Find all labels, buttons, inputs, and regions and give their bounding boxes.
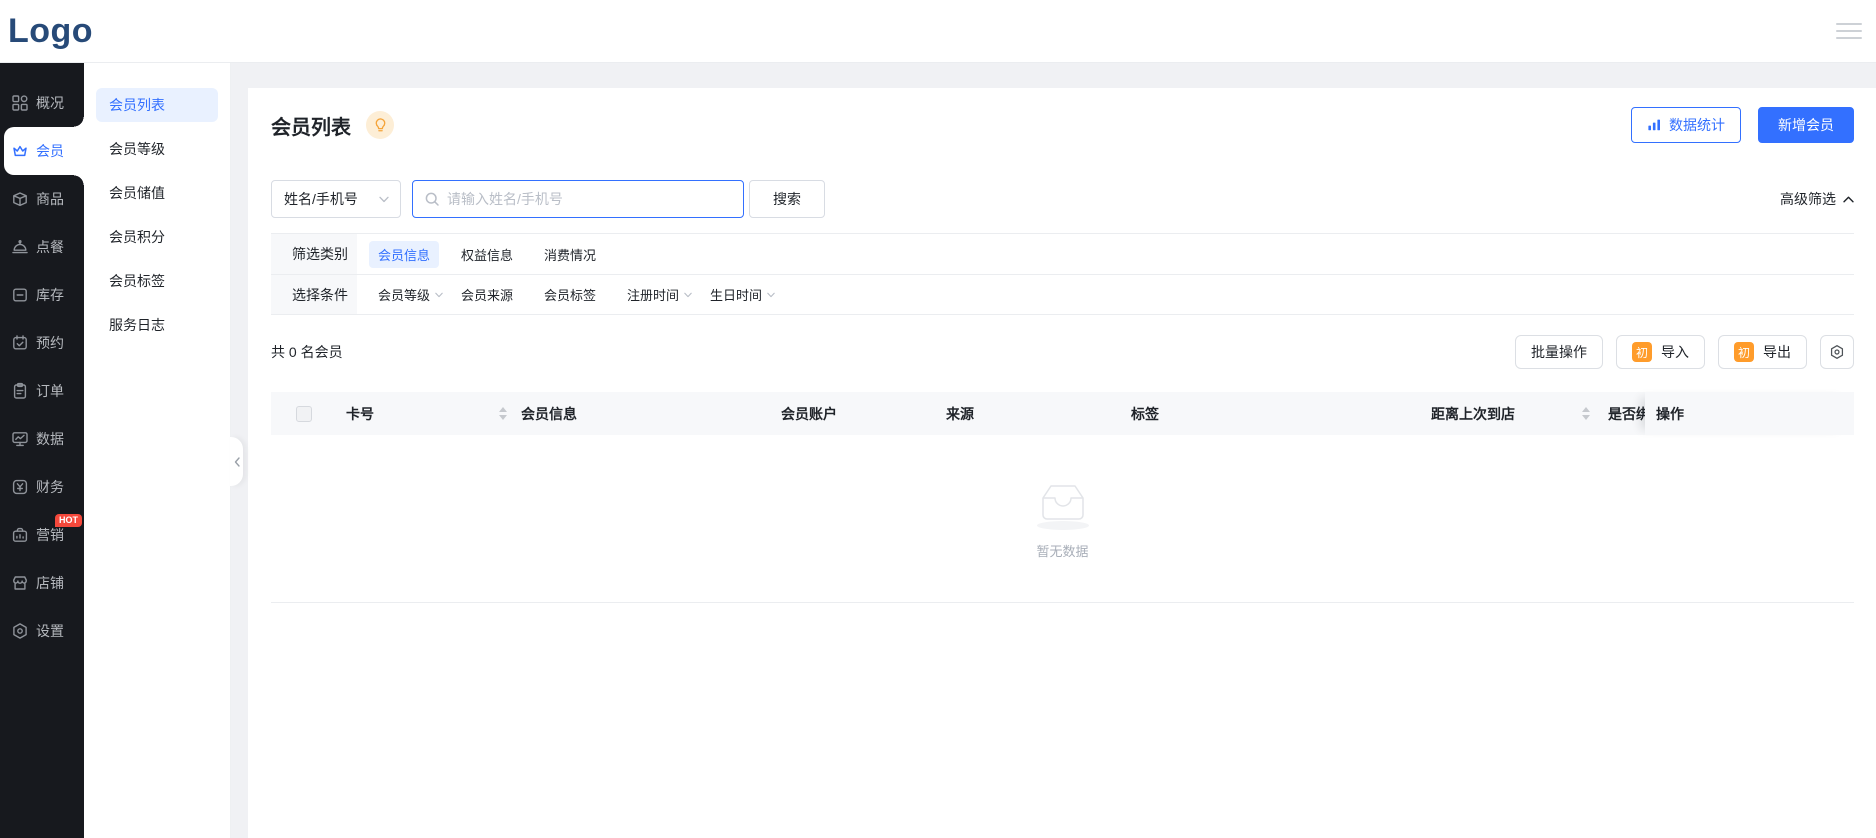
subnav-member-stored-value[interactable]: 会员储值 — [96, 176, 218, 210]
chevron-down-icon — [767, 292, 775, 298]
version-badge: 初 — [1734, 342, 1754, 362]
advanced-filter-toggle[interactable]: 高级筛选 — [1780, 189, 1854, 209]
subnav-member-points[interactable]: 会员积分 — [96, 220, 218, 254]
filter-condition-row: 选择条件 会员等级 会员来源 会员标签 注册时间 生日时间 — [271, 274, 1854, 314]
empty-text: 暂无数据 — [1036, 541, 1088, 560]
member-table: 卡号 会员信息 会员账户 来源 标签 距离上次到店 是否绑 操作 — [271, 392, 1854, 603]
column-settings-button[interactable] — [1820, 335, 1854, 369]
empty-box-icon — [1032, 477, 1094, 531]
secondary-sidebar: 会员列表 会员等级 会员储值 会员积分 会员标签 服务日志 — [84, 63, 231, 838]
filter-category-row: 筛选类别 会员信息 权益信息 消费情况 — [271, 234, 1854, 274]
menu-hamburger-icon[interactable] — [1836, 19, 1862, 43]
sidebar-item-members[interactable]: 会员 — [4, 127, 84, 175]
sidebar-collapse-handle[interactable] — [230, 437, 243, 486]
sidebar-item-data[interactable]: 数据 — [0, 415, 84, 463]
sidebar-item-overview[interactable]: 概况 — [0, 79, 84, 127]
chevron-down-icon — [684, 292, 692, 298]
condition-member-source[interactable]: 会员来源 — [452, 285, 513, 304]
sidebar-item-goods[interactable]: 商品 — [0, 175, 84, 223]
data-monitor-icon — [10, 430, 29, 449]
sidebar-item-dining[interactable]: 点餐 — [0, 223, 84, 271]
subnav-member-tags[interactable]: 会员标签 — [96, 264, 218, 298]
filter-tab-member-info[interactable]: 会员信息 — [369, 241, 439, 268]
chevron-down-icon — [435, 292, 443, 298]
condition-register-time[interactable]: 注册时间 — [618, 285, 692, 304]
condition-member-tag[interactable]: 会员标签 — [535, 285, 596, 304]
sort-icon[interactable] — [1582, 407, 1590, 420]
main-area: 会员列表 数据统计 新增会员 姓名/手机号 — [231, 63, 1876, 838]
import-button[interactable]: 初 导入 — [1616, 335, 1705, 369]
add-member-button[interactable]: 新增会员 — [1758, 107, 1854, 143]
sidebar-item-inventory[interactable]: 库存 — [0, 271, 84, 319]
sidebar-item-finance[interactable]: 财务 — [0, 463, 84, 511]
batch-action-button[interactable]: 批量操作 — [1515, 335, 1603, 369]
sidebar-item-settings[interactable]: 设置 — [0, 607, 84, 655]
filter-category-label: 筛选类别 — [271, 234, 357, 274]
column-source: 来源 — [946, 392, 1131, 435]
booking-calendar-icon — [10, 334, 29, 353]
marketing-case-icon — [10, 526, 29, 545]
chevron-left-icon — [234, 457, 240, 467]
search-input[interactable] — [447, 191, 732, 207]
bar-chart-icon — [1647, 118, 1662, 132]
sidebar-item-marketing[interactable]: 营销 HOT — [0, 511, 84, 559]
chevron-up-icon — [1843, 196, 1854, 203]
dining-cloche-icon — [10, 238, 29, 257]
search-field-select[interactable]: 姓名/手机号 — [271, 180, 401, 218]
content-card: 会员列表 数据统计 新增会员 姓名/手机号 — [248, 88, 1876, 838]
column-member-account: 会员账户 — [781, 392, 946, 435]
subnav-member-list[interactable]: 会员列表 — [96, 88, 218, 122]
gear-icon — [1829, 344, 1845, 360]
finance-yuan-icon — [10, 478, 29, 497]
filter-panel: 筛选类别 会员信息 权益信息 消费情况 选择条件 会员等级 会员来源 会员标签 … — [271, 233, 1854, 315]
goods-box-icon — [10, 190, 29, 209]
search-input-box — [412, 180, 744, 218]
select-all-checkbox[interactable] — [296, 406, 312, 422]
chevron-down-icon — [379, 196, 389, 203]
filter-condition-label: 选择条件 — [271, 275, 357, 314]
inventory-box-icon — [10, 286, 29, 305]
primary-sidebar: 概况 会员 商品 点餐 库存 预约 — [0, 63, 84, 838]
top-bar: Logo — [0, 0, 1876, 63]
column-clipped: 是否绑 — [1608, 392, 1645, 435]
column-last-visit[interactable]: 距离上次到店 — [1431, 392, 1608, 435]
filter-tab-consumption[interactable]: 消费情况 — [535, 241, 605, 268]
member-count: 共 0 名会员 — [271, 342, 343, 362]
condition-birthday-time[interactable]: 生日时间 — [701, 285, 775, 304]
sort-icon[interactable] — [499, 407, 507, 420]
export-button[interactable]: 初 导出 — [1718, 335, 1807, 369]
column-card-number[interactable]: 卡号 — [346, 392, 521, 435]
tip-lightbulb-icon[interactable] — [366, 111, 394, 139]
subnav-member-level[interactable]: 会员等级 — [96, 132, 218, 166]
member-crown-icon — [10, 142, 29, 161]
order-clipboard-icon — [10, 382, 29, 401]
table-body-empty: 暂无数据 — [271, 435, 1854, 603]
version-badge: 初 — [1632, 342, 1652, 362]
search-icon — [424, 191, 440, 207]
dashboard-icon — [10, 94, 29, 113]
settings-gear-icon — [10, 622, 29, 641]
column-member-info: 会员信息 — [521, 392, 781, 435]
page-title: 会员列表 — [271, 111, 351, 140]
logo: Logo — [8, 14, 93, 48]
data-stats-button[interactable]: 数据统计 — [1631, 107, 1741, 143]
sidebar-item-store[interactable]: 店铺 — [0, 559, 84, 607]
search-button[interactable]: 搜索 — [749, 180, 825, 218]
hot-badge: HOT — [55, 514, 82, 527]
sidebar-item-orders[interactable]: 订单 — [0, 367, 84, 415]
filter-tab-rights-info[interactable]: 权益信息 — [452, 241, 522, 268]
sidebar-item-booking[interactable]: 预约 — [0, 319, 84, 367]
column-actions: 操作 — [1645, 392, 1854, 435]
subnav-service-log[interactable]: 服务日志 — [96, 308, 218, 342]
condition-member-level[interactable]: 会员等级 — [369, 285, 443, 304]
store-icon — [10, 574, 29, 593]
column-tags: 标签 — [1131, 392, 1431, 435]
table-header: 卡号 会员信息 会员账户 来源 标签 距离上次到店 是否绑 操作 — [271, 392, 1854, 435]
